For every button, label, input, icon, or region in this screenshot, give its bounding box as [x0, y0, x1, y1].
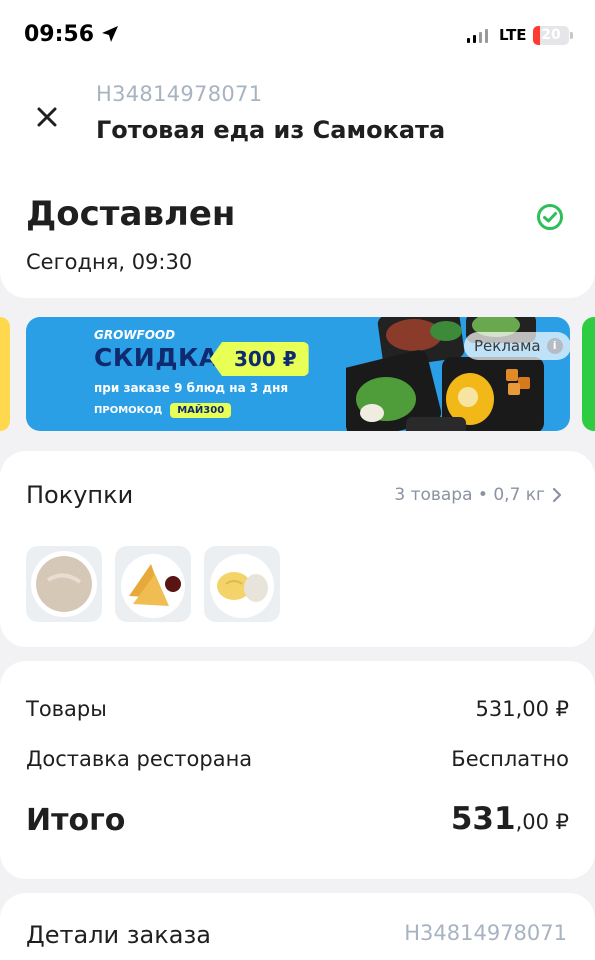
promo-label: ПРОМОКОД — [94, 405, 163, 416]
ad-label-chip[interactable]: Реклама i — [464, 332, 570, 360]
banner-promo-row: ПРОМОКОД МАЙ300 — [94, 403, 232, 418]
info-icon: i — [546, 338, 563, 354]
promo-banner[interactable]: GROWFOOD СКИДКА 300 ₽ при заказе 9 блюд … — [26, 317, 570, 431]
banner-discount: СКИДКА — [94, 343, 219, 372]
close-button[interactable] — [30, 100, 64, 134]
battery-icon: 20 — [533, 26, 569, 45]
order-status-time: Сегодня, 09:30 — [26, 250, 193, 274]
ad-label: Реклама — [474, 337, 541, 355]
check-circle-icon — [537, 204, 563, 230]
order-header: H34814978071 Готовая еда из Самоката — [0, 72, 595, 162]
banner-peek-previous[interactable] — [0, 317, 10, 431]
battery-percent: 20 — [541, 27, 561, 43]
delivery-value: Бесплатно — [451, 747, 569, 771]
order-number: H34814978071 — [96, 82, 263, 106]
status-bar: 09:56 LTE 20 — [0, 0, 595, 72]
total-value-integer: 531 — [450, 801, 516, 837]
total-value-fraction: ,00 ₽ — [515, 810, 569, 834]
chevron-right-icon — [552, 487, 562, 503]
network-type: LTE — [499, 26, 527, 44]
purchases-title: Покупки — [26, 481, 134, 509]
battery-tip — [570, 32, 573, 39]
goods-label: Товары — [26, 697, 107, 721]
total-value: 531,00 ₽ — [451, 801, 569, 837]
close-icon — [37, 107, 57, 127]
cell-signal-icon — [467, 29, 488, 43]
delivery-label: Доставка ресторана — [26, 747, 253, 771]
order-status-title: Доставлен — [26, 194, 236, 234]
purchases-card[interactable]: Покупки 3 товара • 0,7 кг — [0, 451, 595, 647]
banner-peek-next[interactable] — [582, 317, 595, 431]
banner-brand: GROWFOOD — [94, 328, 176, 342]
promo-code: МАЙ300 — [170, 403, 232, 418]
order-details-title: Детали заказа — [26, 921, 211, 949]
order-details-number: H34814978071 — [404, 921, 567, 945]
purchases-summary: 3 товара • 0,7 кг — [394, 485, 545, 505]
order-status-card: Доставлен Сегодня, 09:30 — [0, 158, 595, 298]
banner-amount: 300 ₽ — [210, 342, 309, 376]
mashed-potato-thumbnail[interactable] — [204, 546, 280, 622]
pancakes-thumbnail[interactable] — [115, 546, 191, 622]
banner-condition: при заказе 9 блюд на 3 дня — [94, 381, 289, 395]
porridge-thumbnail[interactable] — [26, 546, 102, 622]
page-title: Готовая еда из Самоката — [96, 116, 446, 144]
goods-value: 531,00 ₽ — [475, 697, 569, 721]
totals-card: Товары 531,00 ₽ Доставка ресторана Беспл… — [0, 661, 595, 879]
order-details-card[interactable]: Детали заказа H34814978071 — [0, 893, 595, 960]
total-label: Итого — [26, 803, 126, 838]
purchase-thumbnails — [26, 546, 280, 622]
location-arrow-icon — [102, 26, 118, 42]
status-time: 09:56 — [24, 22, 95, 47]
